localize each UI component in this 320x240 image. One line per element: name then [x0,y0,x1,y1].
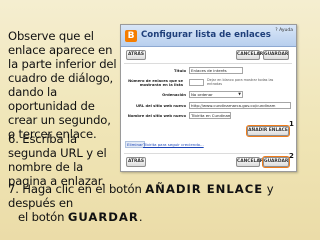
step-marker-1: 1 [289,120,294,128]
save-button-bottom[interactable]: GUARDAR [262,156,290,168]
divider [124,153,292,154]
delete-link-button[interactable]: Eliminar [125,141,145,148]
add-link-button[interactable]: AÑADIR ENLACE [246,125,290,137]
link-list-dialog-screenshot: B Configurar lista de enlaces ? Ayuda AT… [120,24,297,172]
step7-add-link-keyword: AÑADIR ENLACE [145,182,264,196]
name-input[interactable]: Tibirita en Cundinamarca [189,112,231,119]
max-items-label: Número de enlaces que se mostrarán en la… [128,79,183,88]
step7-end: . [138,210,143,224]
cancel-button-bottom[interactable]: CANCELAR [236,157,263,167]
save-button-top[interactable]: GUARDAR [263,50,289,60]
instruction-step-7: 7. Haga clic en el botón AÑADIR ENLACE y… [8,182,314,224]
title-label: Título [174,69,186,73]
step7-prefix: 7. Haga clic en el botón [8,182,142,196]
order-select[interactable]: No ordenar ▼ [189,91,243,98]
step7-line2: el botón GUARDAR. [8,210,143,224]
step-marker-2: 2 [289,152,294,160]
step7-line2-prefix: el botón [18,210,65,224]
instruction-step-6: 6. Escriba la segunda URL y el nombre de… [8,132,107,188]
instruction-reminder: Observe que el enlace aparece en la part… [8,29,117,141]
cancel-button-top[interactable]: CANCELAR [236,50,263,60]
name-label: Nombre del sitio web nuevo [127,114,186,118]
added-link-item[interactable]: Tibirita para seguir creciendo... [143,142,204,147]
title-input[interactable]: Enlaces de interés [189,67,243,74]
url-input[interactable]: http://www.cundinamarca.gov.co/cundinam [189,102,291,109]
order-select-value: No ordenar [191,92,213,97]
blogger-logo-icon: B [125,30,137,42]
dialog-title: Configurar lista de enlaces [141,30,271,40]
max-items-input[interactable] [189,79,204,86]
url-label: URL del sitio web nuevo [136,104,186,108]
max-items-hint: Dejar en blanco para mostrar todas las e… [207,78,274,87]
chevron-down-icon: ▼ [238,92,241,96]
dialog-header: B Configurar lista de enlaces ? Ayuda [121,25,296,47]
order-label: Ordenación [162,93,186,97]
divider [124,63,292,64]
help-link[interactable]: ? Ayuda [275,28,293,33]
back-button-top[interactable]: ATRÁS [126,50,146,60]
back-button-bottom[interactable]: ATRÁS [126,157,146,167]
step7-save-keyword: GUARDAR [67,210,139,224]
